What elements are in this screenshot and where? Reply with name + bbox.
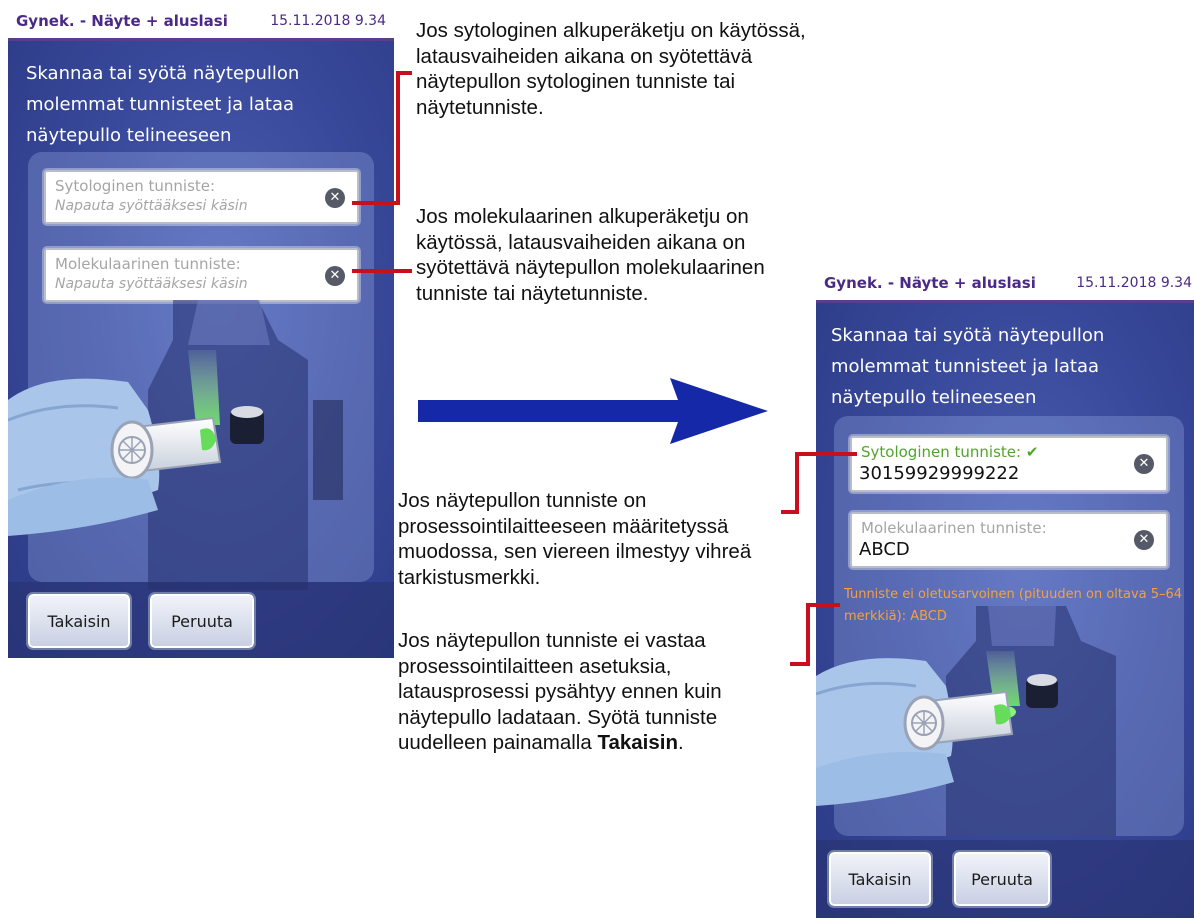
back-keyword: Takaisin: [597, 731, 678, 754]
footer-bar: Takaisin Peruuta: [8, 582, 394, 658]
cancel-button[interactable]: Peruuta: [952, 850, 1052, 908]
header-bar: Gynek. - Näyte + aluslasi 15.11.2018 9.3…: [816, 266, 1194, 303]
callout-line: [396, 71, 400, 205]
format-match-note: Jos näytepullon tunniste on prosessointi…: [398, 489, 752, 589]
callout-line: [396, 71, 412, 75]
cytology-id-field[interactable]: Sytologinen tunniste: Napauta syöttääkse…: [44, 170, 359, 224]
screen-title: Gynek. - Näyte + aluslasi: [824, 274, 1036, 292]
header-datetime: 15.11.2018 9.34: [270, 13, 386, 29]
cytology-id-label: Sytologinen tunniste:: [55, 177, 216, 195]
molecular-chain-note: Jos molekulaarinen alkuperäketju on käyt…: [416, 205, 765, 305]
cytology-id-field[interactable]: Sytologinen tunniste: ✔ 30159929999222 ✕: [850, 436, 1168, 492]
checkmark-icon: ✔: [1025, 443, 1039, 461]
cytology-chain-note: Jos sytologinen alkuperäketju on käytöss…: [416, 19, 806, 119]
hand-holding-vial-illustration: [816, 606, 1116, 836]
mismatch-note: Jos näytepullon tunniste ei vastaa prose…: [398, 629, 722, 754]
cytology-id-value: 30159929999222: [859, 463, 1020, 484]
clear-x-icon[interactable]: ✕: [1134, 454, 1154, 474]
footer-bar: Takaisin Peruuta: [816, 840, 1194, 918]
callout-line: [352, 269, 412, 273]
molecular-id-value: ABCD: [859, 539, 910, 560]
cytology-id-label: Sytologinen tunniste: ✔: [861, 443, 1039, 461]
right-arrow-icon: [418, 378, 768, 444]
back-button[interactable]: Takaisin: [827, 850, 933, 908]
molecular-id-field[interactable]: Molekulaarinen tunniste: ABCD ✕: [850, 512, 1168, 568]
screen-title: Gynek. - Näyte + aluslasi: [16, 12, 228, 30]
clear-x-icon[interactable]: ✕: [325, 266, 345, 286]
cancel-button[interactable]: Peruuta: [148, 592, 256, 650]
molecular-id-field[interactable]: Molekulaarinen tunniste: Napauta syöttää…: [44, 248, 359, 302]
molecular-id-placeholder: Napauta syöttääksesi käsin: [55, 276, 248, 292]
molecular-id-label: Molekulaarinen tunniste:: [861, 519, 1047, 537]
instruction-text: Skannaa tai syötä näytepullon molemmat t…: [831, 325, 1105, 408]
right-screen: Gynek. - Näyte + aluslasi 15.11.2018 9.3…: [816, 266, 1194, 918]
molecular-id-label: Molekulaarinen tunniste:: [55, 255, 241, 273]
hand-holding-vial-illustration: [8, 300, 343, 590]
back-button[interactable]: Takaisin: [26, 592, 132, 650]
clear-x-icon[interactable]: ✕: [325, 188, 345, 208]
callout-line: [806, 603, 810, 666]
callout-line: [795, 452, 857, 456]
header-bar: Gynek. - Näyte + aluslasi 15.11.2018 9.3…: [8, 4, 394, 41]
callout-line: [790, 662, 810, 666]
left-screen: Gynek. - Näyte + aluslasi 15.11.2018 9.3…: [8, 4, 394, 658]
callout-line: [795, 452, 799, 514]
cytology-id-placeholder: Napauta syöttääksesi käsin: [55, 198, 248, 214]
callout-line: [806, 603, 840, 607]
callout-line: [352, 201, 400, 205]
header-datetime: 15.11.2018 9.34: [1076, 275, 1192, 291]
clear-x-icon[interactable]: ✕: [1134, 530, 1154, 550]
instruction-text: Skannaa tai syötä näytepullon molemmat t…: [26, 63, 300, 146]
callout-line: [781, 510, 799, 514]
